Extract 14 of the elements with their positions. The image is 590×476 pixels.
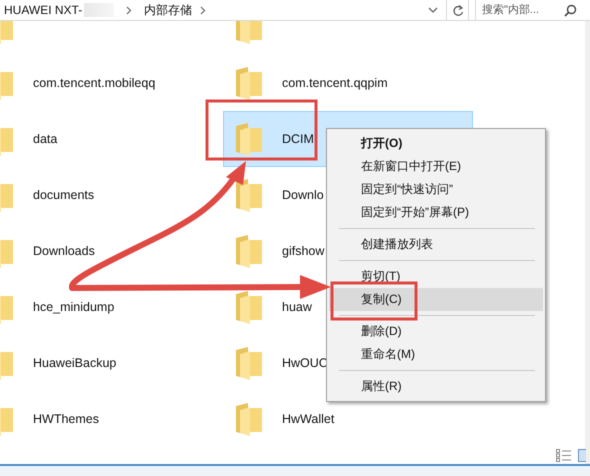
folder-name: documents [33, 188, 94, 202]
folder-name: Downloads [33, 244, 95, 258]
folder-name: HwOUC [282, 356, 328, 370]
folder-name: hce_minidump [33, 300, 114, 314]
folder-name: DCIM [282, 132, 314, 146]
folder-name: com.tencent.mobileqq [33, 76, 156, 90]
folder-name: com.tencent.qqpim [282, 76, 388, 90]
folder-name: huaw [282, 300, 312, 314]
folder-name: data [33, 132, 58, 146]
folder-name: gifshow [282, 244, 324, 258]
folder-name: HuaweiBackup [33, 356, 116, 370]
folder-name: Downlo [282, 188, 324, 202]
folder-name: HWThemes [33, 412, 99, 426]
folder-name: HwWallet [282, 412, 334, 426]
